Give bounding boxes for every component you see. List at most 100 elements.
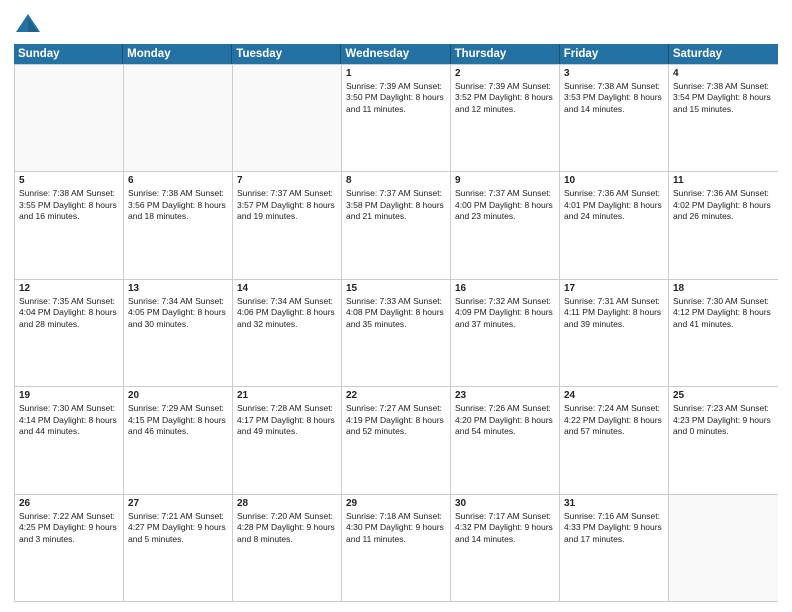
day-number: 16 [455, 283, 555, 294]
day-info: Sunrise: 7:32 AM Sunset: 4:09 PM Dayligh… [455, 296, 555, 330]
day-info: Sunrise: 7:38 AM Sunset: 3:53 PM Dayligh… [564, 81, 664, 115]
calendar-row: 26Sunrise: 7:22 AM Sunset: 4:25 PM Dayli… [15, 494, 778, 601]
day-number: 23 [455, 390, 555, 401]
day-info: Sunrise: 7:36 AM Sunset: 4:01 PM Dayligh… [564, 188, 664, 222]
day-info: Sunrise: 7:38 AM Sunset: 3:55 PM Dayligh… [19, 188, 119, 222]
day-info: Sunrise: 7:27 AM Sunset: 4:19 PM Dayligh… [346, 403, 446, 437]
calendar-cell [669, 495, 778, 601]
calendar-cell: 6 Sunrise: 7:38 AM Sunset: 3:56 PM Daylig… [124, 172, 233, 278]
day-number: 6 [128, 175, 228, 186]
day-number: 4 [673, 68, 774, 79]
calendar-cell: 25Sunrise: 7:23 AM Sunset: 4:23 PM Dayli… [669, 387, 778, 493]
day-number: 7 [237, 175, 337, 186]
calendar-cell: 26Sunrise: 7:22 AM Sunset: 4:25 PM Dayli… [15, 495, 124, 601]
day-info: Sunrise: 7:16 AM Sunset: 4:33 PM Dayligh… [564, 511, 664, 545]
day-number: 9 [455, 175, 555, 186]
day-info: Sunrise: 7:17 AM Sunset: 4:32 PM Dayligh… [455, 511, 555, 545]
day-number: 13 [128, 283, 228, 294]
calendar-cell: 16 Sunrise: 7:32 AM Sunset: 4:09 PM Dayli… [451, 280, 560, 386]
weekday-header: Friday [560, 44, 669, 64]
day-info: Sunrise: 7:34 AM Sunset: 4:06 PM Dayligh… [237, 296, 337, 330]
day-info: Sunrise: 7:39 AM Sunset: 3:52 PM Dayligh… [455, 81, 555, 115]
day-number: 18 [673, 283, 774, 294]
day-number: 11 [673, 175, 774, 186]
day-info: Sunrise: 7:38 AM Sunset: 3:54 PM Dayligh… [673, 81, 774, 115]
calendar-cell: 4 Sunrise: 7:38 AM Sunset: 3:54 PM Daylig… [669, 65, 778, 171]
calendar-cell [15, 65, 124, 171]
calendar-cell: 24 Sunrise: 7:24 AM Sunset: 4:22 PM Dayli… [560, 387, 669, 493]
calendar-cell: 23Sunrise: 7:26 AM Sunset: 4:20 PM Dayli… [451, 387, 560, 493]
calendar-row: 1Sunrise: 7:39 AM Sunset: 3:50 PM Daylig… [15, 64, 778, 171]
calendar-cell: 17 Sunrise: 7:31 AM Sunset: 4:11 PM Dayli… [560, 280, 669, 386]
calendar-cell: 19 Sunrise: 7:30 AM Sunset: 4:14 PM Dayli… [15, 387, 124, 493]
calendar-cell: 9 Sunrise: 7:37 AM Sunset: 4:00 PM Daylig… [451, 172, 560, 278]
calendar-header: SundayMondayTuesdayWednesdayThursdayFrid… [14, 44, 778, 64]
day-info: Sunrise: 7:35 AM Sunset: 4:04 PM Dayligh… [19, 296, 119, 330]
calendar-cell: 11 Sunrise: 7:36 AM Sunset: 4:02 PM Dayli… [669, 172, 778, 278]
day-number: 15 [346, 283, 446, 294]
day-info: Sunrise: 7:36 AM Sunset: 4:02 PM Dayligh… [673, 188, 774, 222]
day-info: Sunrise: 7:24 AM Sunset: 4:22 PM Dayligh… [564, 403, 664, 437]
day-number: 31 [564, 498, 664, 509]
day-info: Sunrise: 7:34 AM Sunset: 4:05 PM Dayligh… [128, 296, 228, 330]
day-number: 28 [237, 498, 337, 509]
calendar-cell: 2 Sunrise: 7:39 AM Sunset: 3:52 PM Daylig… [451, 65, 560, 171]
calendar-cell: 13 Sunrise: 7:34 AM Sunset: 4:05 PM Dayli… [124, 280, 233, 386]
calendar-cell: 12 Sunrise: 7:35 AM Sunset: 4:04 PM Dayli… [15, 280, 124, 386]
page: SundayMondayTuesdayWednesdayThursdayFrid… [0, 0, 792, 612]
logo-icon [14, 10, 42, 38]
calendar-cell: 3 Sunrise: 7:38 AM Sunset: 3:53 PM Daylig… [560, 65, 669, 171]
day-info: Sunrise: 7:29 AM Sunset: 4:15 PM Dayligh… [128, 403, 228, 437]
day-info: Sunrise: 7:20 AM Sunset: 4:28 PM Dayligh… [237, 511, 337, 545]
day-number: 5 [19, 175, 119, 186]
day-number: 21 [237, 390, 337, 401]
day-number: 1 [346, 68, 446, 79]
day-info: Sunrise: 7:37 AM Sunset: 4:00 PM Dayligh… [455, 188, 555, 222]
day-number: 26 [19, 498, 119, 509]
day-number: 2 [455, 68, 555, 79]
day-number: 22 [346, 390, 446, 401]
calendar-cell: 29 Sunrise: 7:18 AM Sunset: 4:30 PM Dayli… [342, 495, 451, 601]
calendar-cell: 14Sunrise: 7:34 AM Sunset: 4:06 PM Dayli… [233, 280, 342, 386]
weekday-header: Saturday [669, 44, 778, 64]
day-number: 19 [19, 390, 119, 401]
day-number: 12 [19, 283, 119, 294]
day-info: Sunrise: 7:38 AM Sunset: 3:56 PM Dayligh… [128, 188, 228, 222]
day-number: 17 [564, 283, 664, 294]
calendar-cell: 7 Sunrise: 7:37 AM Sunset: 3:57 PM Daylig… [233, 172, 342, 278]
day-number: 20 [128, 390, 228, 401]
calendar-cell: 1Sunrise: 7:39 AM Sunset: 3:50 PM Daylig… [342, 65, 451, 171]
day-info: Sunrise: 7:30 AM Sunset: 4:12 PM Dayligh… [673, 296, 774, 330]
calendar-cell: 31 Sunrise: 7:16 AM Sunset: 4:33 PM Dayli… [560, 495, 669, 601]
logo [14, 10, 46, 38]
calendar-row: 12 Sunrise: 7:35 AM Sunset: 4:04 PM Dayli… [15, 279, 778, 386]
calendar-cell: 18 Sunrise: 7:30 AM Sunset: 4:12 PM Dayli… [669, 280, 778, 386]
day-info: Sunrise: 7:30 AM Sunset: 4:14 PM Dayligh… [19, 403, 119, 437]
weekday-header: Tuesday [232, 44, 341, 64]
day-info: Sunrise: 7:31 AM Sunset: 4:11 PM Dayligh… [564, 296, 664, 330]
calendar-cell: 20 Sunrise: 7:29 AM Sunset: 4:15 PM Dayli… [124, 387, 233, 493]
calendar-cell: 28 Sunrise: 7:20 AM Sunset: 4:28 PM Dayli… [233, 495, 342, 601]
day-info: Sunrise: 7:37 AM Sunset: 3:57 PM Dayligh… [237, 188, 337, 222]
day-number: 3 [564, 68, 664, 79]
day-number: 30 [455, 498, 555, 509]
calendar-cell: 15 Sunrise: 7:33 AM Sunset: 4:08 PM Dayli… [342, 280, 451, 386]
calendar-cell: 21 Sunrise: 7:28 AM Sunset: 4:17 PM Dayli… [233, 387, 342, 493]
day-number: 24 [564, 390, 664, 401]
day-info: Sunrise: 7:37 AM Sunset: 3:58 PM Dayligh… [346, 188, 446, 222]
day-number: 10 [564, 175, 664, 186]
weekday-header: Wednesday [341, 44, 450, 64]
calendar-cell: 5 Sunrise: 7:38 AM Sunset: 3:55 PM Daylig… [15, 172, 124, 278]
day-info: Sunrise: 7:33 AM Sunset: 4:08 PM Dayligh… [346, 296, 446, 330]
calendar-cell: 10 Sunrise: 7:36 AM Sunset: 4:01 PM Dayli… [560, 172, 669, 278]
weekday-header: Monday [123, 44, 232, 64]
calendar: SundayMondayTuesdayWednesdayThursdayFrid… [14, 44, 778, 602]
day-number: 29 [346, 498, 446, 509]
calendar-cell: 30 Sunrise: 7:17 AM Sunset: 4:32 PM Dayli… [451, 495, 560, 601]
calendar-cell: 27Sunrise: 7:21 AM Sunset: 4:27 PM Dayli… [124, 495, 233, 601]
day-info: Sunrise: 7:28 AM Sunset: 4:17 PM Dayligh… [237, 403, 337, 437]
day-info: Sunrise: 7:23 AM Sunset: 4:23 PM Dayligh… [673, 403, 774, 437]
day-info: Sunrise: 7:18 AM Sunset: 4:30 PM Dayligh… [346, 511, 446, 545]
calendar-row: 19 Sunrise: 7:30 AM Sunset: 4:14 PM Dayli… [15, 386, 778, 493]
calendar-row: 5 Sunrise: 7:38 AM Sunset: 3:55 PM Daylig… [15, 171, 778, 278]
